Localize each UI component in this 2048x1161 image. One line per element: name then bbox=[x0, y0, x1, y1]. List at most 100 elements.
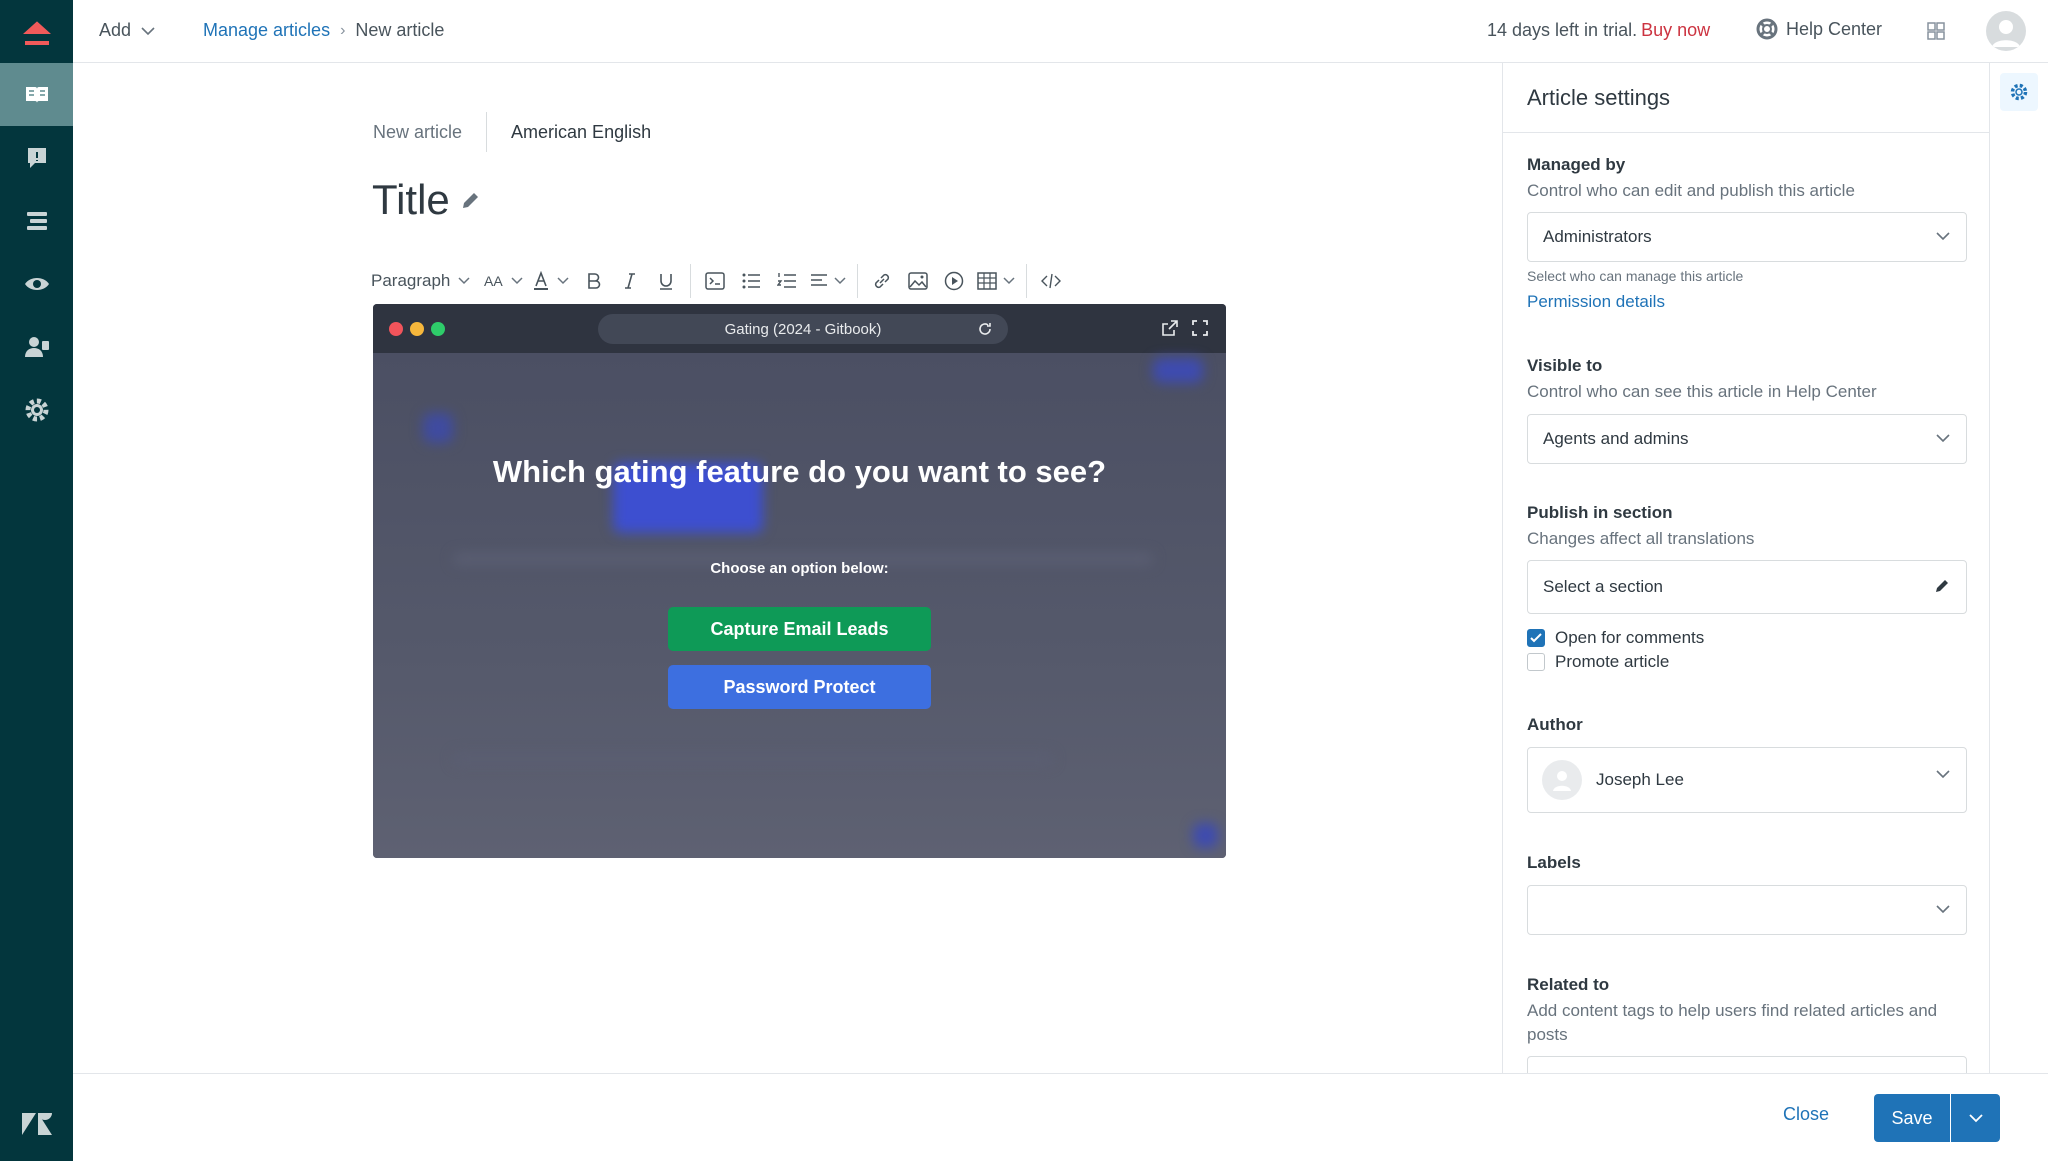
link-icon[interactable] bbox=[864, 264, 900, 298]
underline-icon[interactable] bbox=[648, 264, 684, 298]
visible-to-value: Agents and admins bbox=[1543, 429, 1689, 448]
apps-grid-icon[interactable] bbox=[1925, 20, 1947, 42]
password-protect-button[interactable]: Password Protect bbox=[668, 665, 931, 709]
publish-section: Publish in section Changes affect all tr… bbox=[1527, 503, 1967, 551]
nav-settings-icon[interactable] bbox=[0, 378, 73, 441]
window-close-dot-icon bbox=[389, 322, 403, 336]
nav-feedback-icon[interactable] bbox=[0, 126, 73, 189]
close-button[interactable]: Close bbox=[1783, 1104, 1829, 1125]
help-center-label: Help Center bbox=[1786, 18, 1883, 39]
promote-article-checkbox[interactable]: Promote article bbox=[1527, 652, 1669, 672]
bulleted-list-icon[interactable] bbox=[733, 264, 769, 298]
article-language[interactable]: American English bbox=[487, 122, 651, 143]
title-row: Title bbox=[372, 176, 482, 224]
edit-pencil-icon[interactable] bbox=[1934, 578, 1950, 594]
blurred-shape bbox=[1193, 823, 1218, 848]
article-title-input[interactable]: Title bbox=[372, 176, 450, 224]
help-center-icon bbox=[1756, 18, 1778, 40]
nav-preview-icon[interactable] bbox=[0, 252, 73, 315]
zendesk-guide-logo-icon[interactable] bbox=[0, 0, 73, 63]
publish-hint: Changes affect all translations bbox=[1527, 529, 1755, 548]
checkbox-checked-icon bbox=[1527, 629, 1545, 647]
embed-backdrop bbox=[373, 353, 1226, 858]
article-settings-gear-icon[interactable] bbox=[2000, 73, 2038, 111]
chevron-down-icon bbox=[1936, 232, 1950, 241]
gating-question: Which gating feature do you want to see? bbox=[492, 454, 1107, 489]
chevron-down-icon bbox=[141, 26, 155, 35]
publish-label: Publish in section bbox=[1527, 503, 1673, 522]
image-icon[interactable] bbox=[900, 264, 936, 298]
trial-text: 14 days left in trial. bbox=[1487, 20, 1638, 40]
chevron-down-icon bbox=[1936, 434, 1950, 443]
add-button[interactable]: Add bbox=[99, 20, 155, 41]
labels-section: Labels bbox=[1527, 853, 1967, 873]
window-minimize-dot-icon bbox=[410, 322, 424, 336]
managed-by-hint: Control who can edit and publish this ar… bbox=[1527, 181, 1855, 200]
author-section: Author bbox=[1527, 715, 1967, 735]
toolbar-divider bbox=[690, 264, 692, 298]
nav-user-permissions-icon[interactable] bbox=[0, 315, 73, 378]
italic-icon[interactable] bbox=[612, 264, 648, 298]
labels-select[interactable] bbox=[1527, 885, 1967, 935]
toolbar-divider bbox=[857, 264, 859, 298]
trial-notice: 14 days left in trial. Buy now bbox=[1487, 20, 1710, 41]
editor-toolbar: Paragraph AA bbox=[371, 264, 1069, 298]
visible-to-label: Visible to bbox=[1527, 356, 1603, 375]
help-center-link[interactable]: Help Center bbox=[1756, 18, 1882, 40]
embed-url-bar: Gating (2024 - Gitbook) bbox=[598, 314, 1008, 344]
zendesk-logo-icon bbox=[0, 1099, 73, 1149]
chevron-down-icon bbox=[458, 277, 470, 285]
gating-subtitle: Choose an option below: bbox=[710, 560, 889, 577]
media-icon[interactable] bbox=[936, 264, 972, 298]
open-for-comments-label: Open for comments bbox=[1555, 628, 1705, 647]
related-label: Related to bbox=[1527, 975, 1610, 994]
related-input[interactable] bbox=[1527, 1056, 1967, 1073]
checkbox-unchecked-icon bbox=[1527, 653, 1545, 671]
promote-article-label: Promote article bbox=[1555, 652, 1670, 671]
user-avatar-icon[interactable] bbox=[1986, 11, 2026, 51]
paragraph-style-dropdown[interactable]: Paragraph bbox=[371, 264, 480, 298]
capture-email-leads-button[interactable]: Capture Email Leads bbox=[668, 607, 931, 651]
embedded-demo[interactable]: Gating (2024 - Gitbook) Which gating fea… bbox=[373, 304, 1226, 858]
permission-details-link[interactable]: Permission details bbox=[1527, 292, 1665, 312]
section-value: Select a section bbox=[1543, 577, 1664, 596]
source-code-icon[interactable] bbox=[1033, 264, 1069, 298]
visible-to-select[interactable]: Agents and admins bbox=[1527, 414, 1967, 464]
add-label: Add bbox=[99, 20, 132, 40]
refresh-icon[interactable] bbox=[978, 322, 992, 336]
managed-by-value: Administrators bbox=[1543, 227, 1652, 246]
article-settings-panel: Article settings Managed by Control who … bbox=[1502, 63, 1990, 1073]
product-nav bbox=[0, 0, 73, 1161]
section-select[interactable]: Select a section bbox=[1527, 560, 1967, 614]
window-maximize-dot-icon bbox=[431, 322, 445, 336]
save-options-button[interactable] bbox=[1951, 1094, 2000, 1142]
breadcrumb-manage-articles[interactable]: Manage articles bbox=[203, 20, 330, 41]
numbered-list-icon[interactable] bbox=[769, 264, 805, 298]
text-color-icon[interactable] bbox=[526, 264, 576, 298]
visible-to-hint: Control who can see this article in Help… bbox=[1527, 382, 1877, 401]
code-block-icon[interactable] bbox=[697, 264, 733, 298]
edit-pencil-icon[interactable] bbox=[460, 189, 482, 211]
article-status: New article bbox=[373, 112, 488, 152]
font-size-dropdown[interactable]: AA bbox=[480, 264, 526, 298]
author-value: Joseph Lee bbox=[1596, 770, 1684, 789]
labels-label: Labels bbox=[1527, 853, 1581, 872]
breadcrumb-current: New article bbox=[355, 20, 445, 40]
author-select[interactable]: Joseph Lee bbox=[1527, 747, 1967, 813]
bold-icon[interactable] bbox=[576, 264, 612, 298]
alignment-dropdown[interactable] bbox=[805, 264, 851, 298]
managed-by-section: Managed by Control who can edit and publ… bbox=[1527, 155, 1967, 203]
managed-by-select[interactable]: Administrators bbox=[1527, 212, 1967, 262]
paragraph-label: Paragraph bbox=[371, 271, 451, 290]
table-dropdown[interactable] bbox=[972, 264, 1020, 298]
nav-guide-icon[interactable] bbox=[0, 63, 73, 126]
open-for-comments-checkbox[interactable]: Open for comments bbox=[1527, 628, 1704, 648]
buy-now-link[interactable]: Buy now bbox=[1641, 20, 1710, 40]
save-button[interactable]: Save bbox=[1874, 1094, 1950, 1142]
nav-arrange-icon[interactable] bbox=[0, 189, 73, 252]
toolbar-divider bbox=[1026, 264, 1028, 298]
fullscreen-icon[interactable] bbox=[1192, 320, 1208, 336]
breadcrumb-separator-icon: › bbox=[340, 21, 346, 39]
blurred-shape bbox=[453, 753, 1053, 765]
open-external-icon[interactable] bbox=[1162, 320, 1178, 336]
